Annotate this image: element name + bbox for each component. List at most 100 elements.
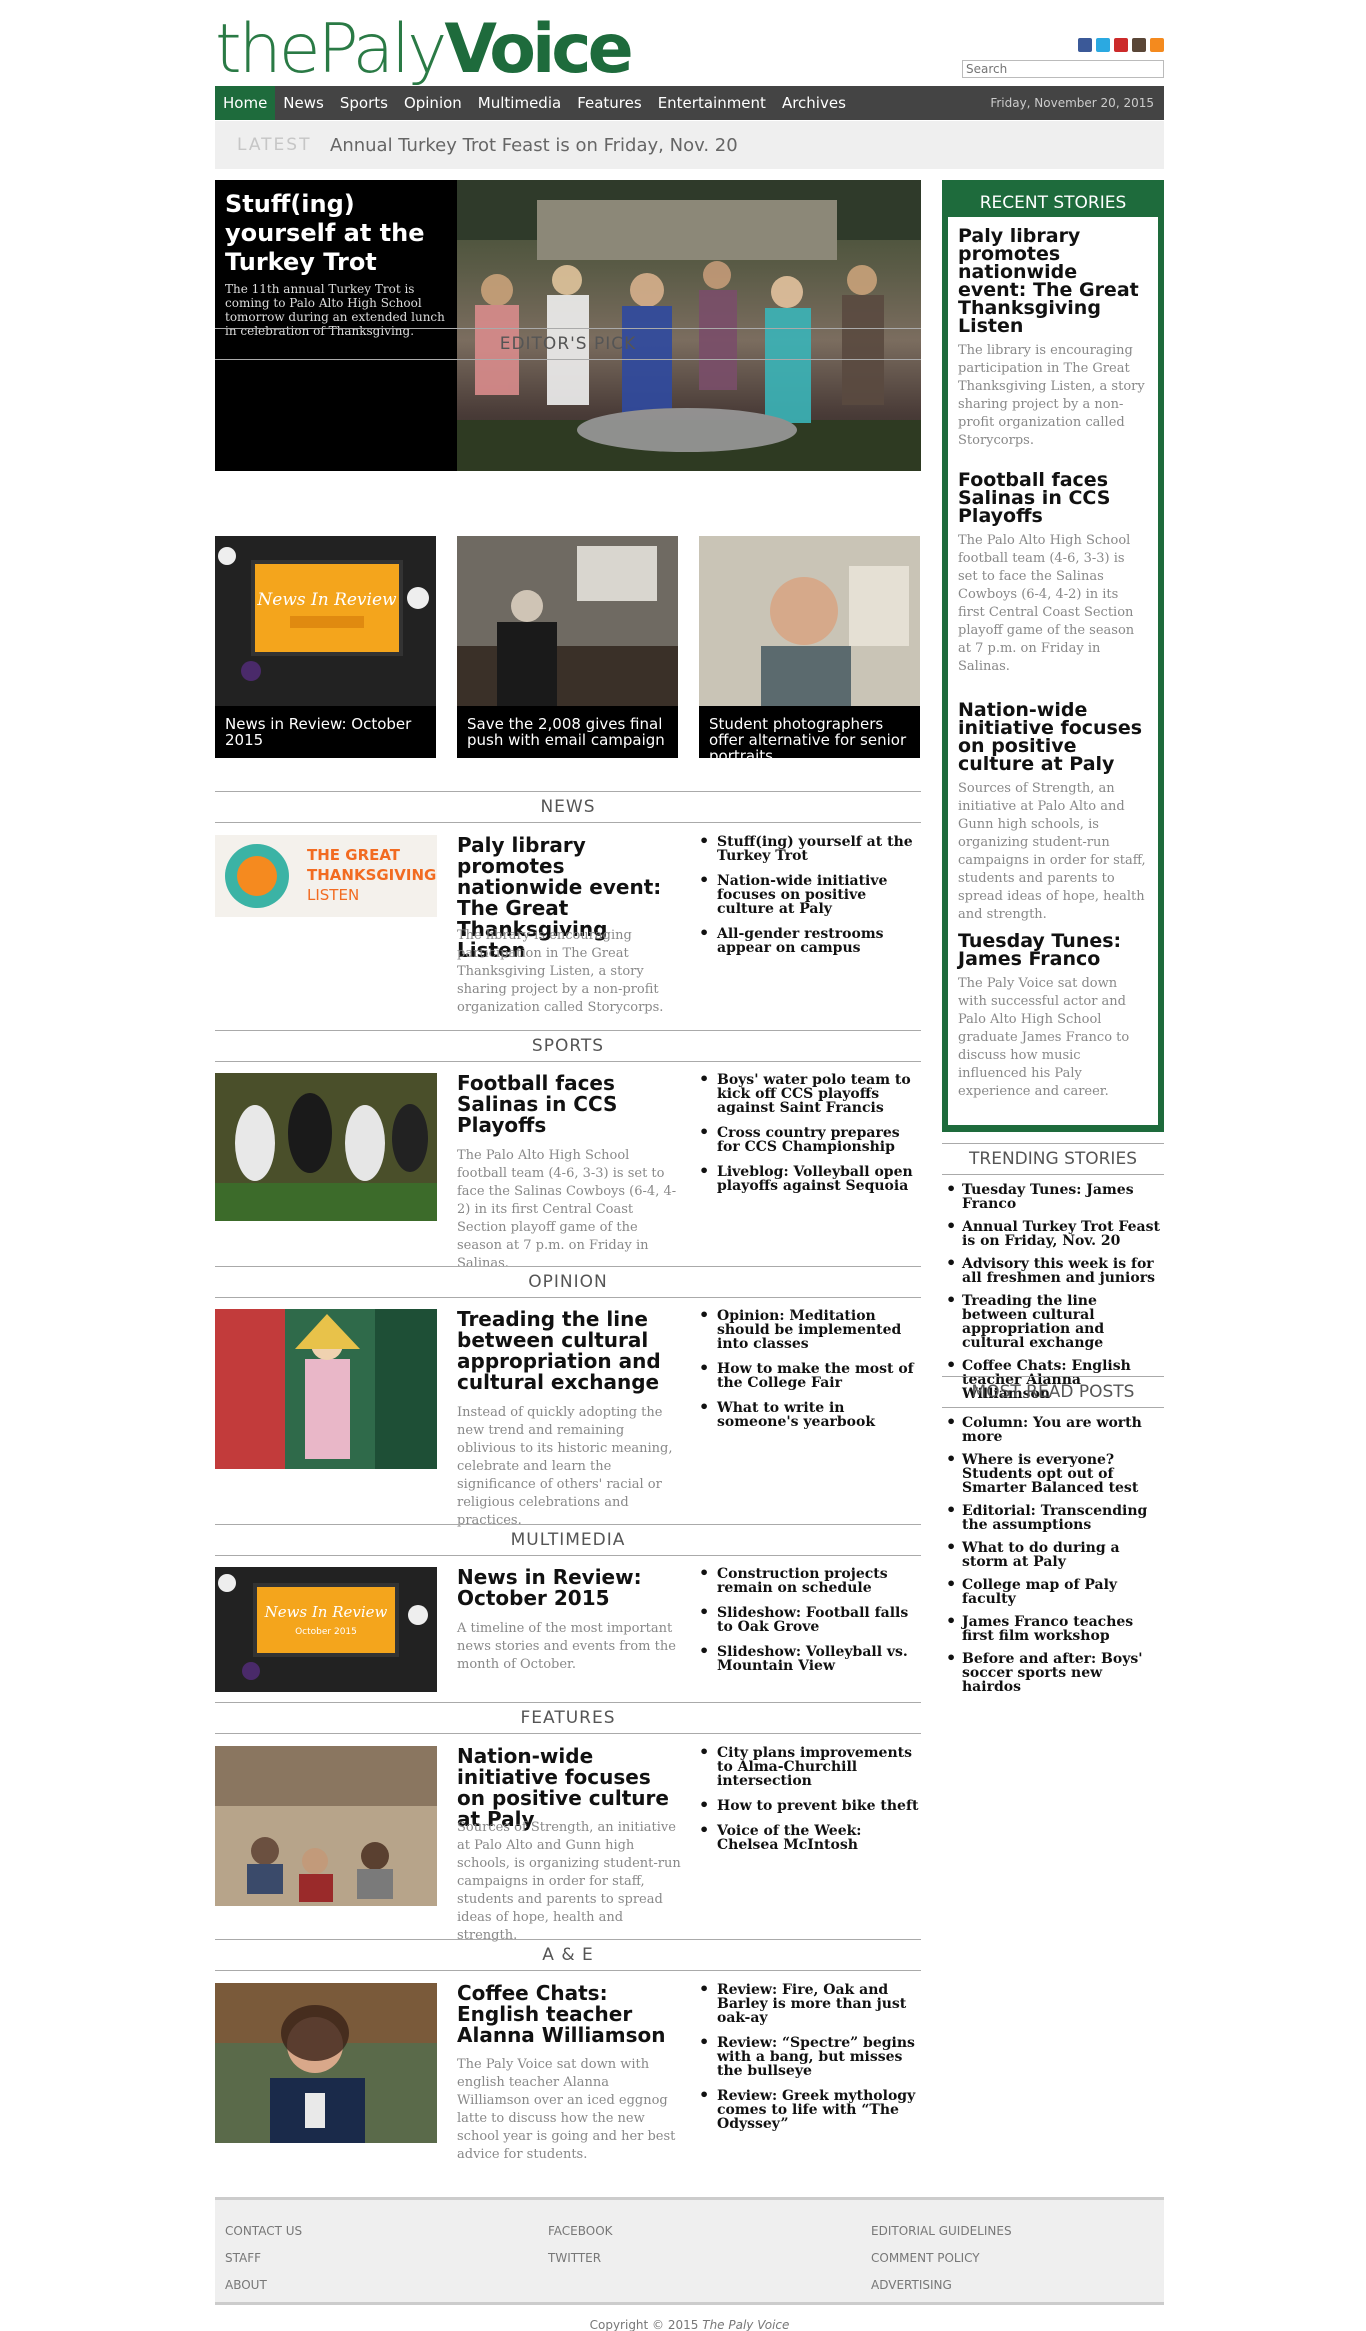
cultural-illustration (215, 1309, 437, 1469)
trending-item-2[interactable]: Annual Turkey Trot Feast is on Friday, N… (942, 1219, 1164, 1248)
multimedia-link-3[interactable]: Slideshow: Volleyball vs. Mountain View (697, 1644, 921, 1673)
features-heading: FEATURES (215, 1702, 921, 1734)
sports-heading: SPORTS (215, 1030, 921, 1062)
opinion-link-3[interactable]: What to write in someone's yearbook (697, 1400, 921, 1429)
search-input[interactable] (962, 60, 1164, 78)
nav-sports[interactable]: Sports (332, 86, 396, 120)
most-read-item-1[interactable]: Column: You are worth more (942, 1415, 1164, 1444)
opinion-title[interactable]: Treading the line between cultural appro… (457, 1309, 677, 1393)
footer-twitter-link[interactable]: TWITTER (548, 2245, 613, 2272)
recent-item-4[interactable]: Tuesday Tunes: James Franco The Paly Voi… (958, 932, 1148, 1101)
trending-item-1[interactable]: Tuesday Tunes: James Franco (942, 1182, 1164, 1211)
recent-title-4[interactable]: Tuesday Tunes: James Franco (958, 932, 1148, 969)
footer-facebook-link[interactable]: FACEBOOK (548, 2218, 613, 2245)
multimedia-title[interactable]: News in Review: October 2015 (457, 1567, 677, 1609)
multimedia-links: Construction projects remain on schedule… (697, 1566, 921, 1684)
sports-link-2[interactable]: Cross country prepares for CCS Champions… (697, 1125, 921, 1154)
footer-advertising-link[interactable]: ADVERTISING (871, 2272, 1012, 2299)
sports-thumb[interactable] (215, 1073, 437, 1221)
most-read-item-3[interactable]: Editorial: Transcending the assumptions (942, 1503, 1164, 1532)
trending-stories: TRENDING STORIES Tuesday Tunes: James Fr… (942, 1143, 1164, 1410)
most-read-item-2[interactable]: Where is everyone? Students opt out of S… (942, 1452, 1164, 1495)
recent-desc-2: The Palo Alto High School football team … (958, 533, 1135, 674)
news-thumb[interactable]: THE GREAT THANKSGIVING LISTEN (215, 835, 437, 917)
multimedia-thumb[interactable]: News In Review October 2015 (215, 1567, 437, 1692)
nav-opinion[interactable]: Opinion (396, 86, 470, 120)
multimedia-heading: MULTIMEDIA (215, 1524, 921, 1556)
features-thumb[interactable] (215, 1746, 437, 1906)
opinion-links: Opinion: Meditation should be implemente… (697, 1308, 921, 1440)
nav-entertainment[interactable]: Entertainment (650, 86, 774, 120)
pick-card-1[interactable]: News In Review News in Review: October 2… (215, 536, 436, 758)
recent-item-2[interactable]: Football faces Salinas in CCS Playoffs T… (958, 471, 1148, 676)
features-desc: Sources of Strength, an initiative at Pa… (457, 1820, 681, 1943)
copyright-text: Copyright © 2015 (589, 2318, 699, 2331)
hero-title[interactable]: Stuff(ing) yourself at the Turkey Trot (225, 190, 445, 277)
recent-item-1[interactable]: Paly library promotes nationwide event: … (958, 227, 1148, 450)
features-link-1[interactable]: City plans improvements to Alma-Churchil… (697, 1745, 921, 1788)
sports-links: Boys' water polo team to kick off CCS pl… (697, 1072, 921, 1204)
recent-list: Paly library promotes nationwide event: … (948, 217, 1158, 1125)
recent-desc-1: The library is encouraging participation… (958, 343, 1145, 448)
footer-about-link[interactable]: ABOUT (225, 2272, 302, 2299)
recent-item-3[interactable]: Nation-wide initiative focuses on positi… (958, 701, 1148, 924)
nav-features[interactable]: Features (569, 86, 650, 120)
twitter-icon[interactable] (1096, 38, 1110, 52)
most-read-item-5[interactable]: College map of Paly faculty (942, 1577, 1164, 1606)
trending-item-3[interactable]: Advisory this week is for all freshmen a… (942, 1256, 1164, 1285)
meeting-photo (457, 536, 678, 706)
opinion-link-2[interactable]: How to make the most of the College Fair (697, 1361, 921, 1390)
classroom-photo (215, 1746, 437, 1906)
ae-heading: A & E (215, 1939, 921, 1971)
youtube-icon[interactable] (1114, 38, 1128, 52)
facebook-icon[interactable] (1078, 38, 1092, 52)
nav-news[interactable]: News (275, 86, 332, 120)
most-read-item-7[interactable]: Before and after: Boys' soccer sports ne… (942, 1651, 1164, 1694)
ae-title[interactable]: Coffee Chats: English teacher Alanna Wil… (457, 1983, 677, 2046)
footer-comment-policy-link[interactable]: COMMENT POLICY (871, 2245, 1012, 2272)
most-read-item-4[interactable]: What to do during a storm at Paly (942, 1540, 1164, 1569)
multimedia-link-1[interactable]: Construction projects remain on schedule (697, 1566, 921, 1595)
footer-col-1: CONTACT US STAFF ABOUT (225, 2218, 302, 2299)
nav-multimedia[interactable]: Multimedia (470, 86, 569, 120)
hero-story[interactable]: Stuff(ing) yourself at the Turkey Trot T… (215, 180, 921, 471)
footer-contact-link[interactable]: CONTACT US (225, 2218, 302, 2245)
features-link-2[interactable]: How to prevent bike theft (697, 1798, 921, 1813)
footer-col-3: EDITORIAL GUIDELINES COMMENT POLICY ADVE… (871, 2218, 1012, 2299)
footer-staff-link[interactable]: STAFF (225, 2245, 302, 2272)
opinion-link-1[interactable]: Opinion: Meditation should be implemente… (697, 1308, 921, 1351)
latest-headline[interactable]: Annual Turkey Trot Feast is on Friday, N… (330, 135, 738, 156)
recent-title-1[interactable]: Paly library promotes nationwide event: … (958, 227, 1148, 336)
instagram-icon[interactable] (1132, 38, 1146, 52)
nav-archives[interactable]: Archives (774, 86, 854, 120)
news-link-1[interactable]: Stuff(ing) yourself at the Turkey Trot (697, 834, 921, 863)
editors-pick-heading: EDITOR'S PICK (215, 328, 921, 360)
recent-desc-4: The Paly Voice sat down with successful … (958, 976, 1130, 1099)
opinion-thumb[interactable] (215, 1309, 437, 1469)
pick-card-3[interactable]: Student photographers offer alternative … (699, 536, 920, 758)
sports-title[interactable]: Football faces Salinas in CCS Playoffs (457, 1073, 677, 1136)
sports-link-3[interactable]: Liveblog: Volleyball open playoffs again… (697, 1164, 921, 1193)
recent-title-3[interactable]: Nation-wide initiative focuses on positi… (958, 701, 1148, 774)
nav-home[interactable]: Home (215, 86, 276, 120)
pick-card-2[interactable]: Save the 2,008 gives final push with ema… (457, 536, 678, 758)
trending-item-4[interactable]: Treading the line between cultural appro… (942, 1293, 1164, 1350)
site-logo[interactable]: thePalyVoice (215, 14, 634, 86)
recent-title-2[interactable]: Football faces Salinas in CCS Playoffs (958, 471, 1148, 526)
ae-link-3[interactable]: Review: Greek mythology comes to life wi… (697, 2088, 921, 2131)
ae-link-1[interactable]: Review: Fire, Oak and Barley is more tha… (697, 1982, 921, 2025)
most-read-item-6[interactable]: James Franco teaches first film workshop (942, 1614, 1164, 1643)
features-link-3[interactable]: Voice of the Week: Chelsea McIntosh (697, 1823, 921, 1852)
footer-guidelines-link[interactable]: EDITORIAL GUIDELINES (871, 2218, 1012, 2245)
news-link-2[interactable]: Nation-wide initiative focuses on positi… (697, 873, 921, 916)
news-link-3[interactable]: All-gender restrooms appear on campus (697, 926, 921, 955)
ae-link-2[interactable]: Review: “Spectre” begins with a bang, bu… (697, 2035, 921, 2078)
hero-image[interactable] (457, 180, 921, 471)
rss-icon[interactable] (1150, 38, 1164, 52)
features-title[interactable]: Nation-wide initiative focuses on positi… (457, 1746, 677, 1830)
multimedia-link-2[interactable]: Slideshow: Football falls to Oak Grove (697, 1605, 921, 1634)
crowd-photo (457, 180, 921, 471)
sports-link-1[interactable]: Boys' water polo team to kick off CCS pl… (697, 1072, 921, 1115)
pick-label-3: Student photographers offer alternative … (699, 706, 920, 758)
ae-thumb[interactable] (215, 1983, 437, 2143)
